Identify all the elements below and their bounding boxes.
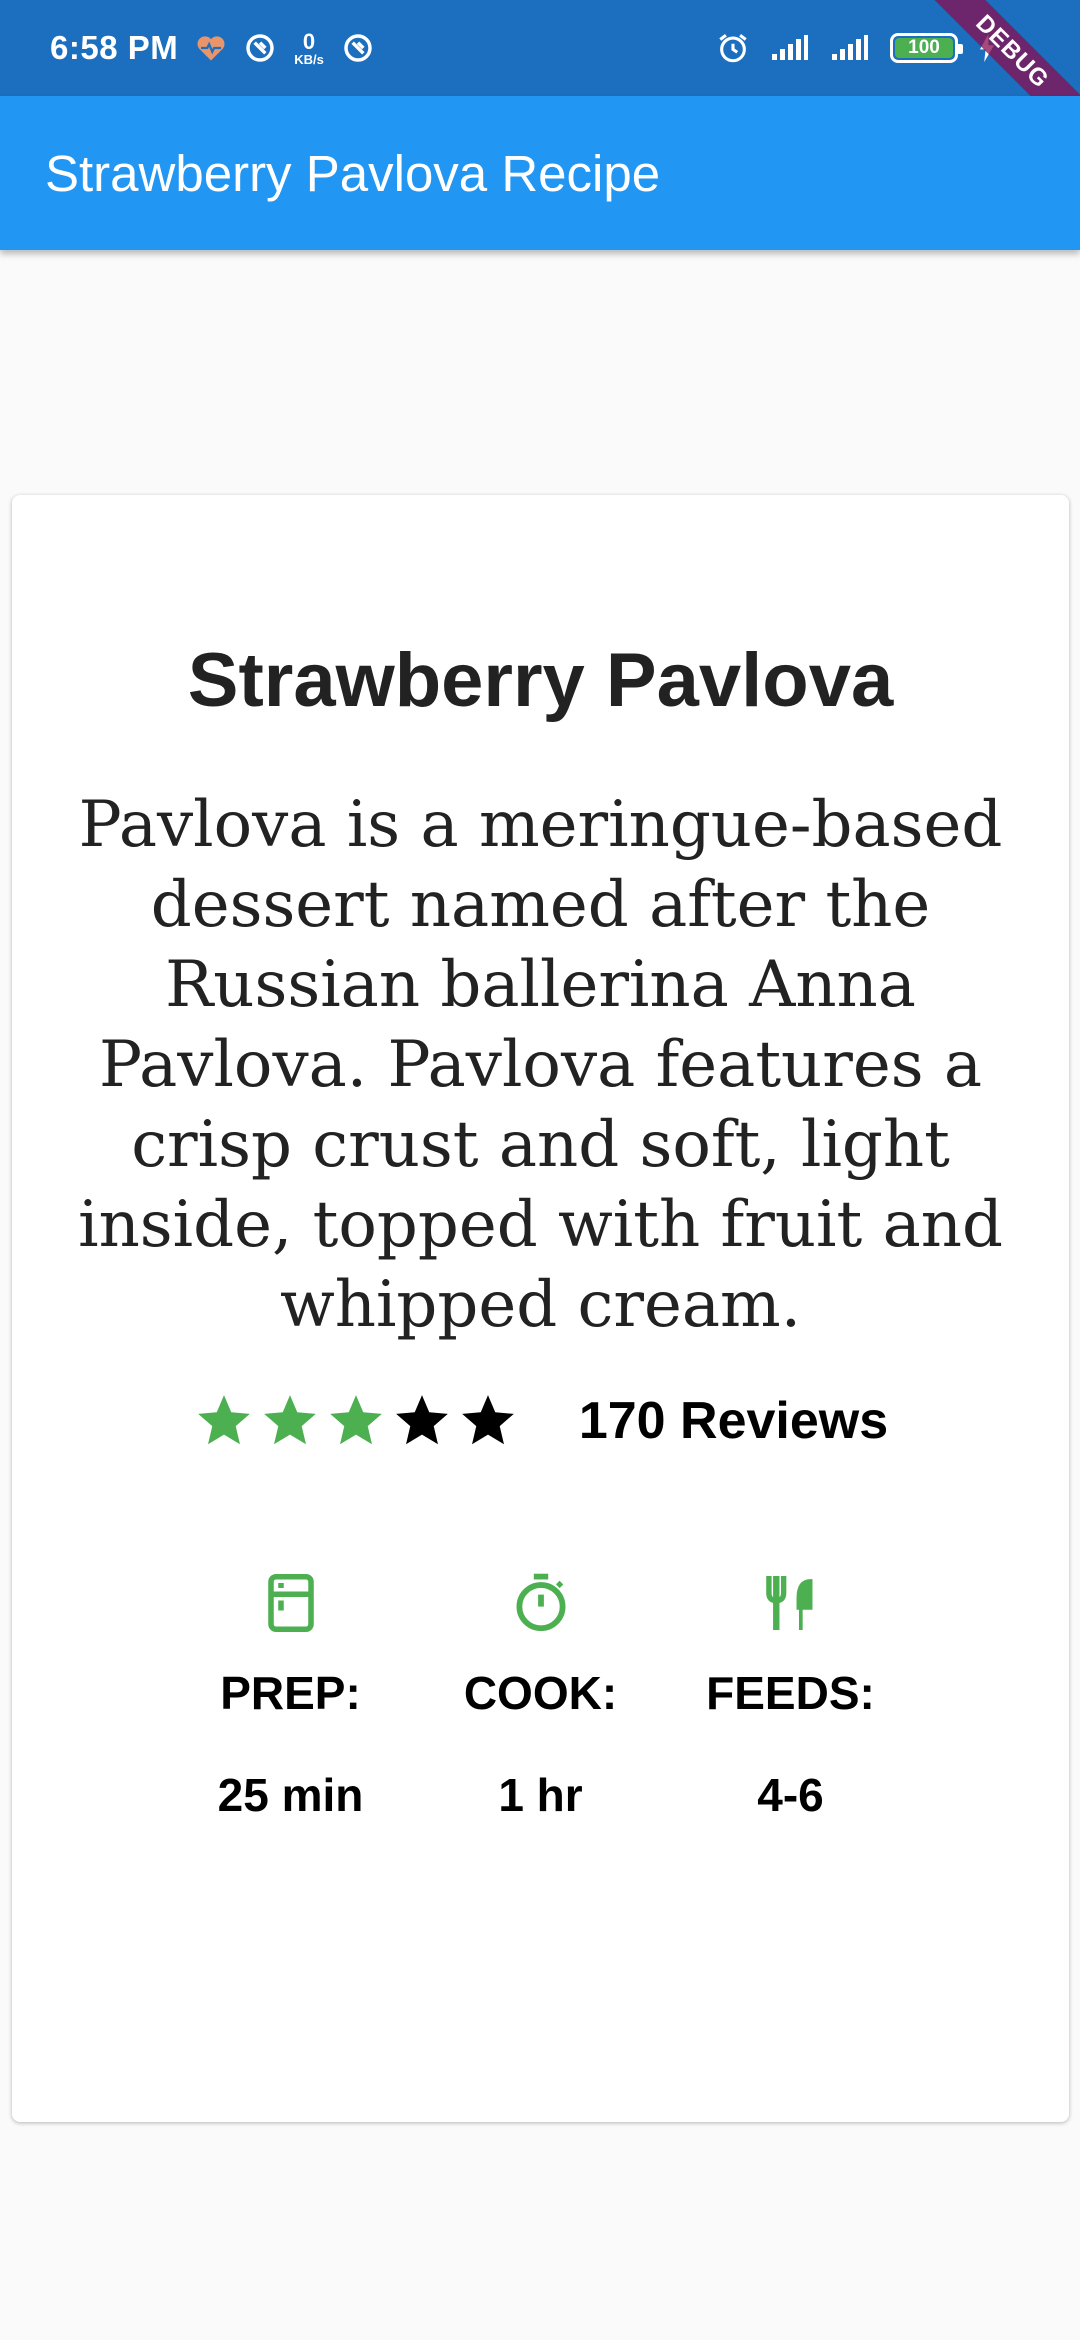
info-column-prep: PREP: 25 min <box>186 1570 396 1822</box>
battery-indicator: 100 <box>890 33 963 63</box>
restaurant-icon <box>758 1570 824 1636</box>
charging-bolt-icon <box>978 34 996 62</box>
info-label-cook: COOK: <box>463 1667 618 1719</box>
status-left-group: 6:58 PM 0 KB/s <box>50 29 374 67</box>
status-bar: 6:58 PM 0 KB/s 100 <box>0 0 1080 96</box>
sync-circle-icon <box>342 32 374 64</box>
star-icon <box>461 1395 514 1445</box>
info-column-feeds: FEEDS: 4-6 <box>686 1570 896 1822</box>
reviews-count: 170 Reviews <box>578 1392 889 1450</box>
rating-row: 170 Reviews <box>12 1390 1069 1452</box>
data-speed-value: 0 <box>302 28 316 54</box>
recipe-card: Strawberry Pavlova Pavlova is a meringue… <box>12 495 1069 2122</box>
data-speed-unit: KB/s <box>294 51 324 67</box>
app-bar-title: Strawberry Pavlova Recipe <box>45 144 661 202</box>
info-value-cook: 1 hr <box>498 1769 583 1821</box>
battery-level: 100 <box>908 37 940 58</box>
data-speed-indicator: 0 KB/s <box>294 28 324 67</box>
health-heart-icon <box>196 34 226 62</box>
battery-tip <box>958 44 963 54</box>
status-right-group: 100 <box>716 31 1036 65</box>
sync-circle-icon <box>244 32 276 64</box>
star-filled-icon <box>263 1395 316 1445</box>
status-time: 6:58 PM <box>50 29 179 66</box>
signal-strength-icon <box>830 34 870 62</box>
recipe-info-row: PREP: 25 min COOK: 1 hr FEEDS: 4-6 <box>12 1570 1069 1822</box>
star-rating <box>193 1390 519 1452</box>
info-value-feeds: 4-6 <box>757 1769 824 1821</box>
star-filled-icon <box>329 1395 382 1445</box>
kitchen-icon <box>258 1570 324 1636</box>
star-filled-icon <box>197 1395 250 1445</box>
alarm-icon <box>716 31 750 65</box>
timer-icon <box>508 1570 574 1636</box>
star-icon <box>395 1395 448 1445</box>
recipe-title: Strawberry Pavlova <box>187 638 894 723</box>
info-value-prep: 25 min <box>217 1769 364 1821</box>
info-label-prep: PREP: <box>220 1667 361 1719</box>
recipe-description: Pavlova is a meringue-based dessert name… <box>78 788 1003 1342</box>
signal-strength-icon <box>770 34 810 62</box>
info-label-feeds: FEEDS: <box>706 1667 875 1719</box>
app-bar: Strawberry Pavlova Recipe <box>0 96 1080 250</box>
info-column-cook: COOK: 1 hr <box>436 1570 646 1822</box>
